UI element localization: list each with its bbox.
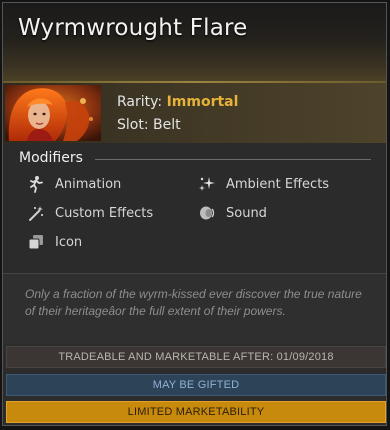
modifier-label: Ambient Effects — [226, 176, 330, 192]
modifier-label: Sound — [226, 205, 267, 221]
rarity-value: Immortal — [166, 94, 239, 110]
slot-label: Slot: — [117, 117, 149, 133]
description-text: Only a fraction of the wyrm-kissed ever … — [25, 287, 362, 318]
item-tooltip: Wyrmwrought Flare Rarity: Immortal Slot:… — [2, 2, 387, 426]
running-figure-icon — [27, 175, 45, 193]
speaker-icon — [198, 204, 216, 222]
modifier-sound[interactable]: Sound — [198, 203, 267, 223]
modifier-label: Icon — [55, 234, 83, 250]
modifier-icon[interactable]: Icon — [27, 232, 82, 252]
magic-wand-icon — [27, 204, 45, 222]
item-header: Wyrmwrought Flare — [3, 3, 386, 83]
modifier-label: Animation — [55, 176, 122, 192]
modifiers-divider — [95, 159, 371, 160]
stacked-squares-icon — [27, 233, 45, 251]
hero-portrait — [5, 85, 101, 141]
slot-line: Slot: Belt — [117, 117, 181, 133]
item-info: Rarity: Immortal Slot: Belt — [3, 83, 386, 143]
item-description: Only a fraction of the wyrm-kissed ever … — [3, 274, 386, 344]
item-title: Wyrmwrought Flare — [18, 15, 248, 41]
sparkles-icon — [198, 175, 216, 193]
limited-marketability-bar: LIMITED MARKETABILITY — [6, 401, 386, 423]
rarity-label: Rarity: — [117, 94, 163, 110]
modifier-label: Custom Effects — [55, 205, 154, 221]
modifier-animation[interactable]: Animation — [27, 174, 121, 194]
tradeable-status-bar: TRADEABLE AND MARKETABLE AFTER: 01/09/20… — [6, 346, 386, 368]
modifiers-section: Modifiers Animation Ambient Effects Cust… — [3, 143, 386, 273]
gift-status-bar: MAY BE GIFTED — [6, 374, 386, 396]
slot-value: Belt — [153, 117, 181, 133]
modifier-ambient-effects[interactable]: Ambient Effects — [198, 174, 329, 194]
rarity-line: Rarity: Immortal — [117, 94, 238, 110]
modifier-custom-effects[interactable]: Custom Effects — [27, 203, 153, 223]
modifiers-heading: Modifiers — [19, 150, 83, 166]
